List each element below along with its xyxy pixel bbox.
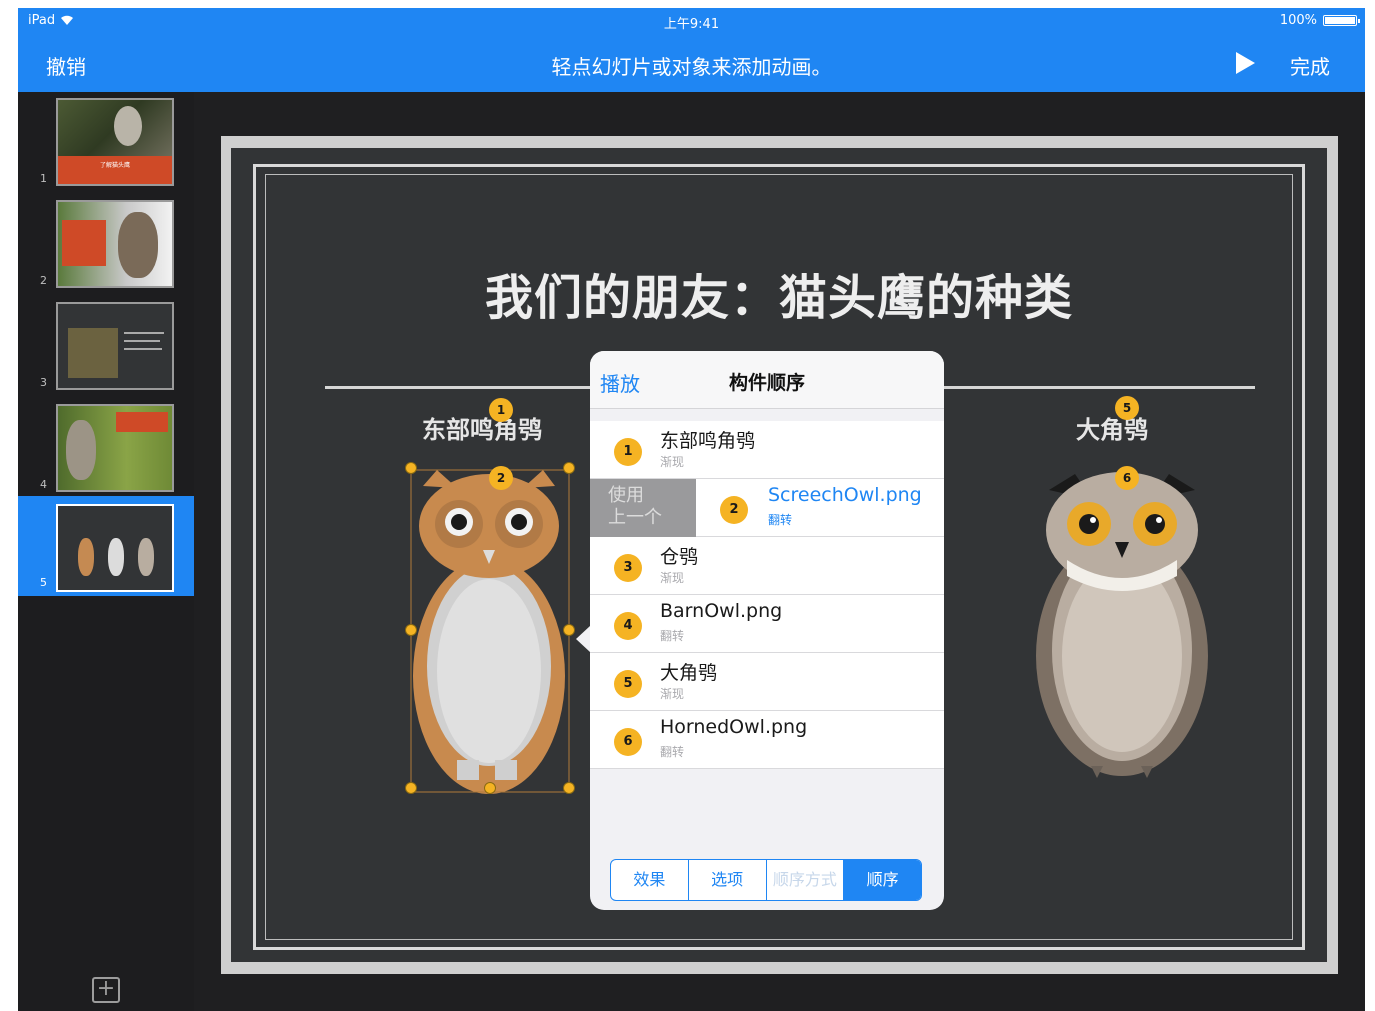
resize-handle[interactable] <box>405 782 417 794</box>
nav-bar: 撤销 轻点幻灯片或对象来添加动画。 完成 <box>18 34 1365 92</box>
build-number: 6 <box>614 728 642 756</box>
build-item-6[interactable]: 6 HornedOwl.png 翻转 <box>590 711 944 769</box>
build-badge: 6 <box>1115 466 1139 490</box>
slide-thumbnail-5[interactable]: 5 <box>18 496 194 596</box>
add-slide-button[interactable]: + <box>92 977 120 1003</box>
build-name: HornedOwl.png <box>660 716 808 738</box>
slide-4-preview <box>56 404 174 492</box>
build-effect: 渐现 <box>660 687 685 701</box>
slide-number: 2 <box>40 274 47 287</box>
build-effect: 渐现 <box>660 571 685 585</box>
tab-options[interactable]: 选项 <box>689 860 767 900</box>
slide-number: 5 <box>40 576 47 589</box>
screech-owl-image[interactable] <box>407 466 573 796</box>
slide-navigator: 1 了解猫头鹰 2 3 4 5 + <box>18 92 194 1011</box>
slide-1-title: 了解猫头鹰 <box>99 162 130 169</box>
ipad-screen: iPad 上午9:41 100% 撤销 轻点幻灯片或对象来添加动画。 完成 1 <box>18 8 1365 1011</box>
tab-order[interactable]: 顺序 <box>844 860 921 900</box>
resize-handle[interactable] <box>563 462 575 474</box>
battery-percent: 100% <box>1279 13 1317 28</box>
build-effect: 翻转 <box>660 629 685 643</box>
build-order-popover: 播放 构件顺序 1 东部鸣角鸮 渐现 使用 上一个 2 ScreechOwl.p… <box>590 351 944 910</box>
build-number: 2 <box>720 496 748 524</box>
status-right: 100% <box>1279 13 1360 28</box>
build-number: 5 <box>614 670 642 698</box>
slide-number: 4 <box>40 478 47 491</box>
status-bar: iPad 上午9:41 100% <box>18 8 1365 34</box>
slide-1-preview: 了解猫头鹰 <box>56 98 174 186</box>
battery-icon <box>1323 15 1360 26</box>
build-effect: 翻转 <box>768 513 793 527</box>
build-order-list: 1 东部鸣角鸮 渐现 使用 上一个 2 ScreechOwl.png 翻转 3 … <box>590 421 944 769</box>
play-icon[interactable] <box>1232 50 1258 76</box>
slide-thumbnail-4[interactable]: 4 <box>18 398 194 498</box>
slide-number: 1 <box>40 172 47 185</box>
popover-header: 播放 构件顺序 <box>590 351 944 409</box>
slide-5-preview <box>56 504 174 592</box>
tab-delivery[interactable]: 顺序方式 <box>767 860 845 900</box>
build-number: 4 <box>614 612 642 640</box>
top-bar: iPad 上午9:41 100% 撤销 轻点幻灯片或对象来添加动画。 完成 <box>18 8 1365 92</box>
resize-handle[interactable] <box>484 782 496 794</box>
slide-thumbnail-1[interactable]: 1 了解猫头鹰 <box>18 92 194 192</box>
slide-thumbnail-3[interactable]: 3 <box>18 296 194 396</box>
build-name: 大角鸮 <box>660 662 718 684</box>
build-name: BarnOwl.png <box>660 600 783 622</box>
slide-2-preview <box>56 200 174 288</box>
build-name: 东部鸣角鸮 <box>660 430 756 452</box>
resize-handle[interactable] <box>563 782 575 794</box>
tab-effect[interactable]: 效果 <box>611 860 689 900</box>
left-owl-label[interactable]: 东部鸣角鸮 <box>422 410 542 445</box>
resize-handle[interactable] <box>405 624 417 636</box>
slide-3-preview <box>56 302 174 390</box>
build-badge: 5 <box>1115 396 1139 420</box>
resize-handle[interactable] <box>563 624 575 636</box>
build-item-1[interactable]: 1 东部鸣角鸮 渐现 <box>590 421 944 479</box>
animation-hint: 轻点幻灯片或对象来添加动画。 <box>551 55 832 79</box>
popover-title: 构件顺序 <box>728 372 805 394</box>
done-button[interactable]: 完成 <box>1290 51 1330 80</box>
build-effect: 翻转 <box>660 745 685 759</box>
build-number: 3 <box>614 554 642 582</box>
build-number: 1 <box>614 438 642 466</box>
use-previous-button[interactable]: 使用 上一个 <box>590 479 696 537</box>
right-owl-label[interactable]: 大角鸮 <box>1076 410 1148 445</box>
build-item-3[interactable]: 3 仓鸮 渐现 <box>590 537 944 595</box>
animation-segmented-control: 效果 选项 顺序方式 顺序 <box>610 859 922 901</box>
slide-number: 3 <box>40 376 47 389</box>
horned-owl-image[interactable] <box>1031 466 1213 784</box>
build-effect: 渐现 <box>660 455 685 469</box>
build-item-5[interactable]: 5 大角鸮 渐现 <box>590 653 944 711</box>
slide-thumbnail-2[interactable]: 2 <box>18 194 194 294</box>
build-badge: 2 <box>489 466 513 490</box>
build-item-2[interactable]: 使用 上一个 2 ScreechOwl.png 翻转 <box>590 479 944 537</box>
popover-arrow <box>576 626 590 652</box>
status-time: 上午9:41 <box>663 17 720 32</box>
build-badge: 1 <box>489 398 513 422</box>
build-name: ScreechOwl.png <box>768 484 922 506</box>
slide-title[interactable]: 我们的朋友：猫头鹰的种类 <box>231 258 1327 328</box>
resize-handle[interactable] <box>405 462 417 474</box>
build-item-4[interactable]: 4 BarnOwl.png 翻转 <box>590 595 944 653</box>
build-name: 仓鸮 <box>660 546 699 568</box>
